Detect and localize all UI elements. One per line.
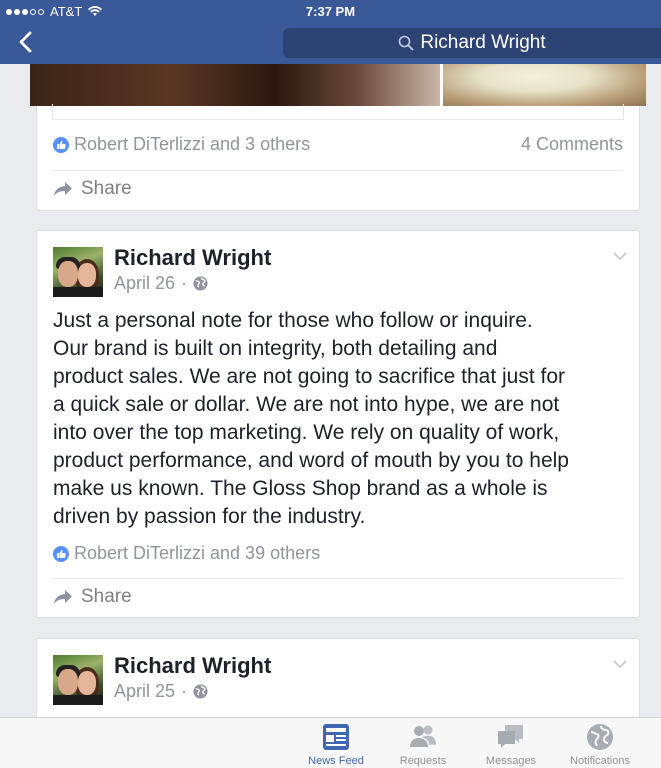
comments-count[interactable]: 4 Comments <box>521 134 623 155</box>
post-text: Just a personal note for those who follo… <box>53 309 569 528</box>
share-button[interactable]: Share <box>53 178 132 200</box>
author-name[interactable]: Richard Wright <box>114 245 271 271</box>
photo-thumbnail[interactable] <box>443 64 646 106</box>
tab-notifications[interactable]: Notifications <box>560 723 640 767</box>
tab-requests[interactable]: Requests <box>383 723 463 767</box>
share-button[interactable]: Share <box>53 586 132 608</box>
tab-label: Notifications <box>570 755 630 767</box>
chevron-down-icon[interactable] <box>613 659 627 669</box>
tab-label: News Feed <box>308 755 364 767</box>
tab-messages[interactable]: Messages <box>471 723 551 767</box>
clock: 7:37 PM <box>305 4 356 19</box>
photo-frame <box>52 104 624 120</box>
tab-bar: News Feed Requests Messages Notification… <box>0 717 661 768</box>
messages-icon <box>498 725 523 748</box>
news-feed-icon <box>323 724 349 750</box>
notifications-icon <box>587 724 613 750</box>
meta-separator: · <box>181 273 188 293</box>
share-icon <box>54 590 72 604</box>
post-header: Richard Wright April 26 · <box>53 245 271 297</box>
back-arrow-icon[interactable] <box>14 30 38 54</box>
search-field[interactable]: Richard Wright <box>283 28 661 58</box>
reactions-row[interactable]: Robert DiTerlizzi and 39 others <box>53 543 623 564</box>
chevron-down-icon[interactable] <box>613 251 627 261</box>
status-bar: AT&T 7:37 PM <box>0 0 661 22</box>
avatar[interactable] <box>53 247 103 297</box>
search-query: Richard Wright <box>420 32 546 53</box>
tab-news-feed[interactable]: News Feed <box>296 723 376 767</box>
post-date[interactable]: April 25 <box>114 681 175 702</box>
globe-icon <box>193 684 208 699</box>
meta-separator: · <box>181 681 188 701</box>
post-card: Richard Wright April 26 · Just a persona… <box>36 230 640 618</box>
photo-thumbnail[interactable] <box>30 64 440 106</box>
like-icon <box>53 136 69 153</box>
avatar[interactable] <box>53 655 103 705</box>
like-icon <box>53 545 69 562</box>
tab-label: Messages <box>485 755 537 767</box>
navigation-bar: AT&T 7:37 PM Richard Wright <box>0 0 661 64</box>
globe-icon <box>193 276 208 291</box>
post-photos[interactable] <box>30 64 646 106</box>
likes-text[interactable]: Robert DiTerlizzi and 39 others <box>74 543 320 564</box>
post-date[interactable]: April 26 <box>114 273 175 294</box>
requests-icon <box>410 725 436 747</box>
post-header: Richard Wright April 25 · <box>53 653 271 705</box>
divider <box>53 578 623 579</box>
share-label: Share <box>81 586 132 607</box>
author-name[interactable]: Richard Wright <box>114 653 271 679</box>
search-icon <box>399 35 414 51</box>
divider <box>53 170 623 171</box>
likes-text[interactable]: Robert DiTerlizzi and 3 others <box>74 134 310 155</box>
tab-label: Requests <box>399 755 447 767</box>
reactions-row[interactable]: Robert DiTerlizzi and 3 others 4 Comment… <box>53 134 623 155</box>
share-icon <box>54 182 72 196</box>
share-label: Share <box>81 178 132 199</box>
